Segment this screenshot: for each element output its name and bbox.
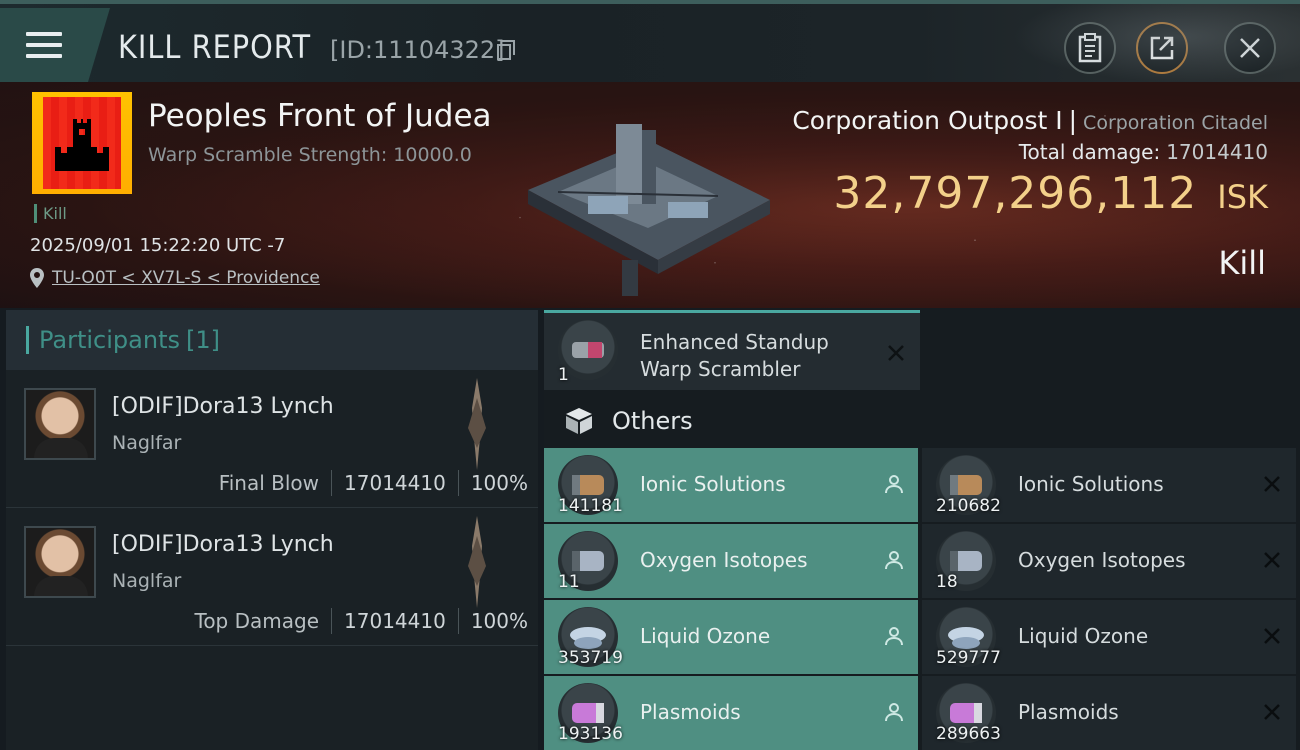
- ship-icon: [464, 378, 490, 470]
- destroyed-item[interactable]: 210682 Ionic Solutions: [922, 448, 1296, 522]
- close-icon: [1240, 38, 1260, 58]
- participant-percent: 100%: [470, 471, 528, 495]
- participants-panel: Participants [1] [ODIF]Dora13 Lynch Nagl…: [6, 310, 538, 750]
- item-name: Plasmoids: [1018, 700, 1119, 724]
- share-button[interactable]: [1136, 22, 1188, 74]
- item-quantity: 11: [558, 572, 580, 592]
- report-id: [ID:11104322]: [330, 36, 505, 64]
- participant-role: Top Damage: [194, 609, 320, 633]
- warp-scramble-strength: Warp Scramble Strength: 10000.0: [148, 144, 472, 166]
- others-label: Others: [612, 407, 693, 435]
- participant-percent: 100%: [470, 609, 528, 633]
- destroyed-x-icon: [1264, 552, 1280, 568]
- participant-damage: 17014410: [344, 609, 446, 633]
- victim-corporation-name: Peoples Front of Judea: [148, 98, 492, 134]
- participants-header[interactable]: Participants [1]: [6, 310, 538, 370]
- close-button[interactable]: [1224, 22, 1276, 74]
- avatar[interactable]: [24, 526, 96, 598]
- item-name: Oxygen Isotopes: [1018, 548, 1186, 572]
- copy-icon[interactable]: [496, 39, 516, 61]
- item-quantity: 193136: [558, 724, 623, 744]
- destroyed-x-icon: [888, 345, 904, 361]
- item-name: Enhanced Standup Warp Scrambler: [640, 330, 829, 381]
- item-name: Liquid Ozone: [640, 624, 771, 648]
- dropped-item[interactable]: 193136 Plasmoids: [544, 676, 918, 750]
- item-name: Ionic Solutions: [1018, 472, 1164, 496]
- person-icon: [885, 627, 903, 646]
- items-panel: 1 Enhanced Standup Warp Scrambler Others…: [544, 310, 1300, 750]
- participant-row[interactable]: [ODIF]Dora13 Lynch Naglfar Final Blow 17…: [6, 370, 538, 508]
- ship-icon: [464, 516, 490, 608]
- total-damage-label: Total damage:: [1018, 140, 1161, 164]
- destroyed-x-icon: [1264, 476, 1280, 492]
- participant-stats: Final Blow 17014410 100%: [219, 470, 528, 496]
- dropped-item[interactable]: 353719 Liquid Ozone: [544, 600, 918, 674]
- page-title: KILL REPORT: [118, 28, 312, 66]
- participant-ship: Naglfar: [112, 570, 182, 592]
- participants-count: [1]: [185, 326, 220, 354]
- clipboard-icon: [1078, 33, 1102, 63]
- menu-button[interactable]: [0, 8, 110, 82]
- item-quantity: 353719: [558, 648, 623, 668]
- item-quantity: 210682: [936, 496, 1001, 516]
- participant-ship: Naglfar: [112, 432, 182, 454]
- person-icon: [885, 703, 903, 722]
- cube-icon: [566, 408, 592, 434]
- location-link[interactable]: TU-O0T < XV7L-S < Providence: [52, 268, 320, 288]
- clipboard-button[interactable]: [1064, 22, 1116, 74]
- corporation-logo[interactable]: [32, 92, 132, 194]
- kill-result: Kill: [1218, 244, 1266, 282]
- location-pin-icon: [30, 268, 44, 288]
- kill-datetime: 2025/09/01 15:22:20 UTC -7: [30, 235, 286, 256]
- destroyed-item[interactable]: 18 Oxygen Isotopes: [922, 524, 1296, 598]
- isk-value-row: 32,797,296,112 ISK: [833, 168, 1268, 219]
- isk-value: 32,797,296,112: [833, 168, 1198, 219]
- item-quantity: 529777: [936, 648, 1001, 668]
- dropped-item[interactable]: 11 Oxygen Isotopes: [544, 524, 918, 598]
- item-quantity: 289663: [936, 724, 1001, 744]
- dropped-item[interactable]: 141181 Ionic Solutions: [544, 448, 918, 522]
- participant-stats: Top Damage 17014410 100%: [194, 608, 528, 634]
- participant-name: [ODIF]Dora13 Lynch: [112, 532, 334, 557]
- isk-unit: ISK: [1217, 178, 1268, 216]
- item-name: Plasmoids: [640, 700, 741, 724]
- participant-damage: 17014410: [344, 471, 446, 495]
- destroyed-x-icon: [1264, 628, 1280, 644]
- destroyed-item[interactable]: 529777 Liquid Ozone: [922, 600, 1296, 674]
- item-name: Liquid Ozone: [1018, 624, 1149, 648]
- kill-summary-banner: Peoples Front of Judea Warp Scramble Str…: [0, 82, 1300, 308]
- item-quantity: 141181: [558, 496, 623, 516]
- destroyed-item[interactable]: 289663 Plasmoids: [922, 676, 1296, 750]
- destroyed-x-icon: [1264, 704, 1280, 720]
- location-row: TU-O0T < XV7L-S < Providence: [30, 268, 320, 288]
- participant-role: Final Blow: [218, 471, 320, 495]
- participant-row[interactable]: [ODIF]Dora13 Lynch Naglfar Top Damage 17…: [6, 508, 538, 646]
- person-icon: [885, 475, 903, 494]
- target-class: Corporation Citadel: [1083, 112, 1268, 134]
- participant-name: [ODIF]Dora13 Lynch: [112, 394, 334, 419]
- item-name: Oxygen Isotopes: [640, 548, 808, 572]
- total-damage-value: 17014410: [1166, 140, 1268, 164]
- kill-report-window: KILL REPORT [ID:11104322] Peoples Front …: [0, 0, 1300, 750]
- person-icon: [885, 551, 903, 570]
- header-bar: KILL REPORT [ID:11104322]: [0, 0, 1300, 86]
- others-section-header: Others: [544, 394, 1300, 448]
- item-quantity: 18: [936, 572, 958, 592]
- avatar[interactable]: [24, 388, 96, 460]
- share-icon: [1150, 36, 1174, 60]
- target-name: Corporation Outpost I: [792, 106, 1063, 135]
- kill-tag: Kill: [34, 204, 67, 223]
- participants-label: Participants: [39, 326, 180, 354]
- item-name: Ionic Solutions: [640, 472, 786, 496]
- item-quantity: 1: [558, 365, 569, 385]
- target-separator: |: [1068, 106, 1078, 135]
- total-damage: Total damage: 17014410: [1019, 140, 1268, 164]
- castle-icon: [55, 119, 109, 171]
- fitted-module-item[interactable]: 1 Enhanced Standup Warp Scrambler: [544, 310, 920, 390]
- hamburger-menu-icon: [26, 32, 62, 60]
- target-name-row: Corporation Outpost I | Corporation Citade…: [792, 106, 1268, 135]
- citadel-image: [518, 110, 780, 296]
